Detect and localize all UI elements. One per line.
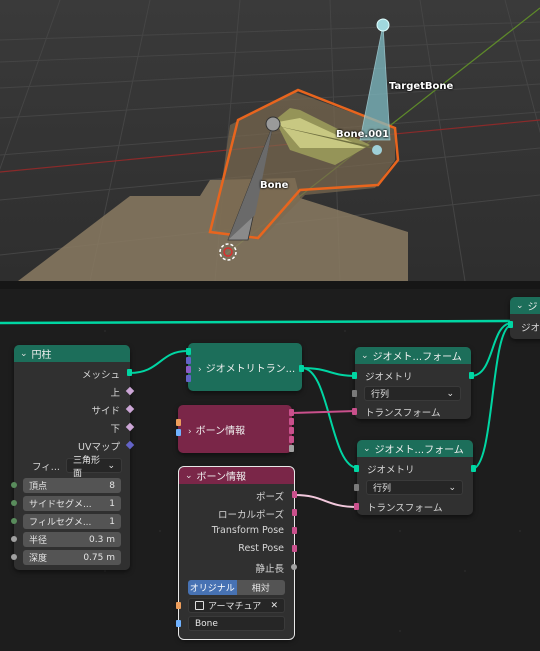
transform-geometry-collapsed-node[interactable]: › ジオメトリトラン... xyxy=(186,343,304,391)
node-title: 円柱 xyxy=(31,350,52,361)
radius-input-socket[interactable] xyxy=(11,536,17,542)
radius-field[interactable]: 半径 0.3 m xyxy=(23,532,121,547)
fill-segments-input-socket[interactable] xyxy=(11,518,17,524)
rest-length-output-label: 静止長 xyxy=(255,564,284,575)
transform-pose-output-label: Transform Pose xyxy=(211,525,284,536)
depth-field[interactable]: 深度 0.75 m xyxy=(23,550,121,565)
bone001-label: Bone.001 xyxy=(336,129,390,140)
geometry-output-socket[interactable] xyxy=(471,465,476,472)
node-title: ジ xyxy=(527,302,538,313)
chevron-down-icon: ⌄ xyxy=(107,460,115,471)
transform-input-label: トランスフォーム xyxy=(367,503,443,514)
bone-info-node[interactable]: ⌄ ボーン情報 ポーズ ローカルポーズ Transform Pose Rest P… xyxy=(176,466,297,640)
geometry-input-label: ジオメトリ xyxy=(367,465,415,476)
depth-input-socket[interactable] xyxy=(11,554,17,560)
mode-dropdown[interactable]: 行列 ⌄ xyxy=(364,386,461,401)
partial-node[interactable]: ⌄ジ ジオメ xyxy=(508,297,540,339)
transform-geometry-node-1[interactable]: ⌄ ジオメト...フォーム ジオメトリ 行列 ⌄ トランスフォーム xyxy=(352,347,474,419)
geometry-input-socket[interactable] xyxy=(352,372,357,379)
bone-info-collapsed-node[interactable]: › ボーン情報 xyxy=(176,405,294,453)
rest-length-output-socket[interactable] xyxy=(291,564,297,570)
armature-input-socket[interactable] xyxy=(176,419,181,426)
node-title: ジオメトリトラン... xyxy=(205,364,296,375)
chevron-down-icon: ⌄ xyxy=(448,482,456,493)
cylinder-node[interactable]: ⌄ 円柱 メッシュ 上 サイド 下 UVマップ フィ... 三角形面 ⌄ 頂点 8 サ… xyxy=(11,345,135,570)
fill-type-dropdown[interactable]: 三角形面 ⌄ xyxy=(66,456,122,479)
geometry-output-socket[interactable] xyxy=(469,372,474,379)
side-segments-field[interactable]: サイドセグメ... 1 xyxy=(23,496,121,511)
pose-output-label: ポーズ xyxy=(255,492,284,503)
transform-pose-output-socket[interactable] xyxy=(292,527,297,534)
scale-input-socket[interactable] xyxy=(186,375,191,382)
rest-length-output-socket[interactable] xyxy=(289,445,294,452)
chevron-right-icon: › xyxy=(198,365,202,375)
local-pose-output-socket[interactable] xyxy=(292,509,297,516)
original-toggle-button[interactable]: オリジナル xyxy=(188,580,237,595)
uvmap-output-label: UVマップ xyxy=(78,442,120,453)
armature-selector[interactable]: アーマチュア ✕ xyxy=(188,598,285,613)
node-title: ジオメト...フォーム xyxy=(374,445,464,456)
target-bone-label: TargetBone xyxy=(389,81,454,92)
chevron-down-icon: ⌄ xyxy=(516,300,524,311)
relative-toggle-button[interactable]: 相対 xyxy=(236,580,285,595)
geometry-label: ジオメ xyxy=(521,323,540,334)
local-pose-output-label: ローカルポーズ xyxy=(217,510,284,521)
translation-input-socket[interactable] xyxy=(186,357,191,364)
mode-input-socket[interactable] xyxy=(354,484,359,491)
armature-input-socket[interactable] xyxy=(176,602,181,609)
chevron-down-icon: ⌄ xyxy=(185,470,193,481)
rest-pose-output-label: Rest Pose xyxy=(238,543,284,554)
mode-dropdown[interactable]: 行列 ⌄ xyxy=(366,480,463,495)
transform-geometry-node-2[interactable]: ⌄ ジオメト...フォーム ジオメトリ 行列 ⌄ トランスフォーム xyxy=(354,440,476,515)
transform-input-label: トランスフォーム xyxy=(365,408,441,419)
chevron-down-icon: ⌄ xyxy=(446,388,454,399)
rotation-input-socket[interactable] xyxy=(186,366,191,373)
pose-output-socket[interactable] xyxy=(292,491,297,498)
transform-pose-output-socket[interactable] xyxy=(289,427,294,434)
geometry-input-socket[interactable] xyxy=(508,321,513,328)
local-pose-output-socket[interactable] xyxy=(289,418,294,425)
fill-type-label: フィ... xyxy=(32,462,60,473)
node-title: ボーン情報 xyxy=(196,472,247,483)
chevron-down-icon: ⌄ xyxy=(361,350,369,361)
geometry-output-socket[interactable] xyxy=(299,365,304,372)
bottom-output-label: 下 xyxy=(110,424,120,435)
chevron-down-icon: ⌄ xyxy=(20,348,28,359)
rest-pose-output-socket[interactable] xyxy=(292,545,297,552)
bone-name-field[interactable]: Bone xyxy=(188,616,285,631)
vertices-input-socket[interactable] xyxy=(11,482,17,488)
object-icon xyxy=(195,601,204,610)
vertices-field[interactable]: 頂点 8 xyxy=(23,478,121,493)
space-toggle[interactable]: オリジナル 相対 xyxy=(188,580,285,595)
bone-label: Bone xyxy=(260,180,289,191)
node-title: ボーン情報 xyxy=(195,426,246,437)
mesh-output-label: メッシュ xyxy=(81,370,120,381)
rest-pose-output-socket[interactable] xyxy=(289,436,294,443)
area-divider[interactable] xyxy=(0,281,540,289)
node-editor[interactable]: ⌄ジ ジオメ ⌄円柱 メッシュ 上 サイド 下 UVマップ フィ... 三角形面… xyxy=(0,289,540,651)
viewport-scene xyxy=(0,0,540,281)
chevron-down-icon: ⌄ xyxy=(363,443,371,454)
mesh-output-socket[interactable] xyxy=(127,369,132,376)
bone-name-input-socket[interactable] xyxy=(176,429,181,436)
bone-name-input-socket[interactable] xyxy=(176,620,181,627)
transform-input-socket[interactable] xyxy=(352,408,357,415)
chevron-right-icon: › xyxy=(188,427,192,437)
geometry-input-label: ジオメトリ xyxy=(365,372,413,383)
node-title: ジオメト...フォーム xyxy=(372,352,462,363)
side-segments-input-socket[interactable] xyxy=(11,500,17,506)
3d-viewport[interactable]: Bone Bone.001 TargetBone xyxy=(0,0,540,281)
mode-input-socket[interactable] xyxy=(352,390,357,397)
top-output-label: 上 xyxy=(110,388,120,399)
geometry-input-socket[interactable] xyxy=(186,348,191,355)
close-icon[interactable]: ✕ xyxy=(270,601,278,611)
geometry-input-socket[interactable] xyxy=(354,465,359,472)
pose-output-socket[interactable] xyxy=(289,409,294,416)
fill-segments-field[interactable]: フィルセグメ... 1 xyxy=(23,514,121,529)
side-output-label: サイド xyxy=(91,406,120,417)
transform-input-socket[interactable] xyxy=(354,503,359,510)
